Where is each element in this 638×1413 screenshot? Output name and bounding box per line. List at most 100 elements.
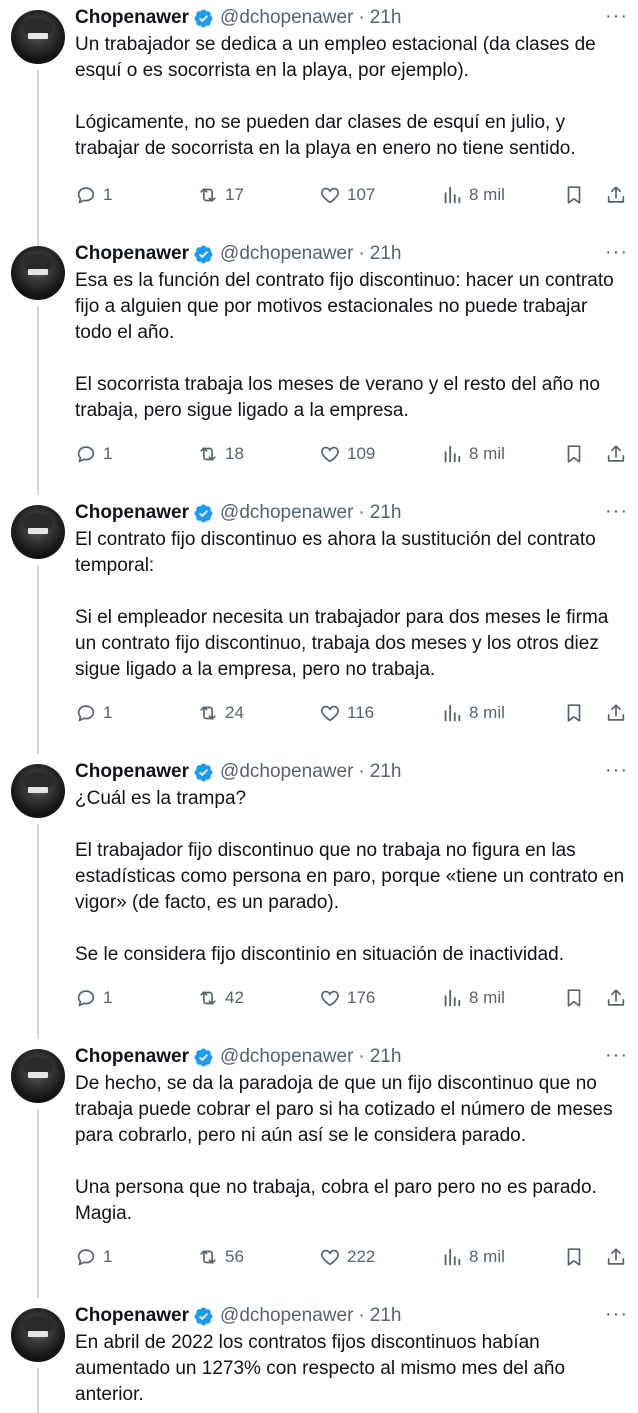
views-button[interactable]: 8 mil xyxy=(441,439,505,469)
author-name[interactable]: Chopenawer xyxy=(75,7,189,29)
views-count: 8 mil xyxy=(469,444,505,463)
avatar[interactable] xyxy=(11,246,65,300)
bookmark-button[interactable] xyxy=(563,983,591,1013)
tweet[interactable]: Chopenawer @dchopenawer · 21h ··· Un tra… xyxy=(0,0,638,259)
views-count: 8 mil xyxy=(469,1247,505,1266)
timestamp[interactable]: 21h xyxy=(370,1305,402,1327)
author-handle[interactable]: @dchopenawer xyxy=(220,243,353,265)
views-icon xyxy=(444,704,461,722)
avatar[interactable] xyxy=(11,10,65,64)
bookmark-button[interactable] xyxy=(563,698,591,728)
thread-line xyxy=(37,824,39,1039)
thread-line xyxy=(37,306,39,495)
author-handle[interactable]: @dchopenawer xyxy=(220,7,353,29)
avatar[interactable] xyxy=(11,1308,65,1362)
retweet-button[interactable]: 18 xyxy=(197,439,244,469)
timestamp[interactable]: 21h xyxy=(370,243,402,265)
views-button[interactable]: 8 mil xyxy=(441,983,505,1013)
views-icon xyxy=(444,1248,461,1266)
tweet-paragraph: De hecho, se da la paradoja de que un fi… xyxy=(75,1073,613,1146)
reply-button[interactable]: 1 xyxy=(75,698,112,728)
tweet-paragraph: Lógicamente, no se pueden dar clases de … xyxy=(75,112,576,159)
more-options-button[interactable]: ··· xyxy=(605,1304,628,1324)
separator-dot: · xyxy=(358,1046,365,1067)
author-handle[interactable]: @dchopenawer xyxy=(220,1046,353,1068)
tweet-header: Chopenawer @dchopenawer · 21h xyxy=(75,760,401,784)
views-button[interactable]: 8 mil xyxy=(441,1242,505,1272)
author-name[interactable]: Chopenawer xyxy=(75,502,189,524)
heart-icon xyxy=(321,705,339,722)
tweet[interactable]: Chopenawer @dchopenawer · 21h ··· Esa es… xyxy=(0,236,638,495)
like-count: 107 xyxy=(347,185,376,204)
reply-button[interactable]: 1 xyxy=(75,1242,112,1272)
more-options-button[interactable]: ··· xyxy=(605,6,628,26)
author-handle[interactable]: @dchopenawer xyxy=(220,502,353,524)
thread-line xyxy=(37,565,39,754)
retweet-icon xyxy=(200,447,216,461)
action-bar: 1 17 107 8 mil xyxy=(75,180,630,210)
avatar[interactable] xyxy=(11,1049,65,1103)
retweet-button[interactable]: 24 xyxy=(197,698,244,728)
like-button[interactable]: 116 xyxy=(319,698,374,728)
tweet[interactable]: Chopenawer @dchopenawer · 21h ··· El con… xyxy=(0,495,638,754)
views-count: 8 mil xyxy=(469,185,505,204)
share-button[interactable] xyxy=(605,439,633,469)
more-options-button[interactable]: ··· xyxy=(605,242,628,262)
retweet-button[interactable]: 56 xyxy=(197,1242,244,1272)
avatar[interactable] xyxy=(11,505,65,559)
tweet-text: En abril de 2022 los contratos fijos dis… xyxy=(75,1330,625,1408)
tweet[interactable]: Chopenawer @dchopenawer · 21h ··· ¿Cuál … xyxy=(0,754,638,1039)
reply-count: 1 xyxy=(103,1247,113,1266)
heart-icon xyxy=(321,446,339,463)
author-name[interactable]: Chopenawer xyxy=(75,243,189,265)
like-count: 116 xyxy=(347,703,375,722)
reply-icon xyxy=(77,446,95,463)
timestamp[interactable]: 21h xyxy=(370,502,402,524)
retweet-count: 18 xyxy=(225,444,244,463)
like-button[interactable]: 107 xyxy=(319,180,375,210)
retweet-icon xyxy=(200,188,216,202)
share-button[interactable] xyxy=(605,180,633,210)
share-button[interactable] xyxy=(605,1242,633,1272)
retweet-count: 17 xyxy=(225,185,244,204)
bookmark-button[interactable] xyxy=(563,1242,591,1272)
more-options-button[interactable]: ··· xyxy=(605,760,628,780)
author-handle[interactable]: @dchopenawer xyxy=(220,761,353,783)
retweet-icon xyxy=(200,1250,216,1264)
share-icon xyxy=(607,704,625,721)
more-options-button[interactable]: ··· xyxy=(605,1045,628,1065)
like-button[interactable]: 176 xyxy=(319,983,375,1013)
author-name[interactable]: Chopenawer xyxy=(75,1046,189,1068)
reply-count: 1 xyxy=(103,988,113,1007)
avatar[interactable] xyxy=(11,764,65,818)
timestamp[interactable]: 21h xyxy=(370,1046,402,1068)
author-handle[interactable]: @dchopenawer xyxy=(220,1305,353,1327)
share-button[interactable] xyxy=(605,983,633,1013)
bookmark-button[interactable] xyxy=(563,439,591,469)
more-options-button[interactable]: ··· xyxy=(605,501,628,521)
retweet-button[interactable]: 42 xyxy=(197,983,244,1013)
tweet[interactable]: Chopenawer @dchopenawer · 21h ··· De hec… xyxy=(0,1039,638,1298)
reply-button[interactable]: 1 xyxy=(75,439,112,469)
tweet-paragraph: Esa es la función del contrato fijo disc… xyxy=(75,270,614,343)
reply-button[interactable]: 1 xyxy=(75,983,112,1013)
tweet-header: Chopenawer @dchopenawer · 21h xyxy=(75,6,401,30)
share-button[interactable] xyxy=(605,698,633,728)
bookmark-button[interactable] xyxy=(563,180,591,210)
author-name[interactable]: Chopenawer xyxy=(75,761,189,783)
like-button[interactable]: 222 xyxy=(319,1242,375,1272)
tweet-header: Chopenawer @dchopenawer · 21h xyxy=(75,1045,401,1069)
author-name[interactable]: Chopenawer xyxy=(75,1305,189,1327)
tweet[interactable]: Chopenawer @dchopenawer · 21h ··· En abr… xyxy=(0,1298,638,1413)
share-icon xyxy=(607,989,625,1006)
timestamp[interactable]: 21h xyxy=(370,7,402,29)
like-button[interactable]: 109 xyxy=(319,439,375,469)
tweet-text: El contrato fijo discontinuo es ahora la… xyxy=(75,527,625,683)
tweet-paragraph: El socorrista trabaja los meses de veran… xyxy=(75,374,600,421)
tweet-paragraph: Un trabajador se dedica a un empleo esta… xyxy=(75,34,596,81)
timestamp[interactable]: 21h xyxy=(370,761,402,783)
views-button[interactable]: 8 mil xyxy=(441,698,505,728)
reply-button[interactable]: 1 xyxy=(75,180,112,210)
retweet-button[interactable]: 17 xyxy=(197,180,244,210)
views-button[interactable]: 8 mil xyxy=(441,180,505,210)
